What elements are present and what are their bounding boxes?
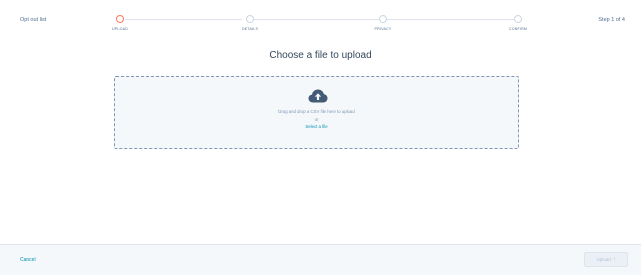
step-confirm-label: CONFIRM	[508, 27, 528, 31]
stepper-connector	[125, 19, 242, 20]
step-details-circle	[246, 15, 254, 23]
dropzone-instruction: Drag and drop a CSV file here to upload	[278, 109, 355, 114]
file-dropzone[interactable]: Drag and drop a CSV file here to upload …	[114, 76, 519, 149]
step-upload-label: UPLOAD	[112, 27, 128, 31]
step-privacy-circle	[379, 15, 387, 23]
next-button[interactable]: Upload ›	[584, 252, 628, 267]
next-button-label: Upload	[596, 257, 611, 262]
chevron-right-icon: ›	[613, 256, 616, 262]
page-title: Choose a file to upload	[269, 50, 372, 61]
cloud-upload-icon	[308, 89, 328, 103]
wizard-header: Opt out list UPLOAD DETAILS PRIVACY CONF…	[0, 0, 641, 40]
step-confirm-circle	[514, 15, 522, 23]
step-indicator: Step 1 of 4	[598, 17, 625, 23]
step-details-label: DETAILS	[241, 27, 259, 31]
cancel-button[interactable]: Cancel	[20, 257, 36, 263]
import-wizard: Opt out list UPLOAD DETAILS PRIVACY CONF…	[0, 0, 641, 275]
stepper-connector	[387, 19, 514, 20]
step-privacy-label: PRIVACY	[374, 27, 392, 31]
wizard-footer: Cancel Upload ›	[0, 244, 641, 275]
dropzone-or: or	[314, 117, 319, 122]
stepper-connector	[250, 19, 379, 20]
step-upload-circle	[116, 15, 124, 23]
select-file-link[interactable]: Select a file	[305, 124, 327, 129]
progress-stepper: UPLOAD DETAILS PRIVACY CONFIRM	[0, 0, 641, 40]
